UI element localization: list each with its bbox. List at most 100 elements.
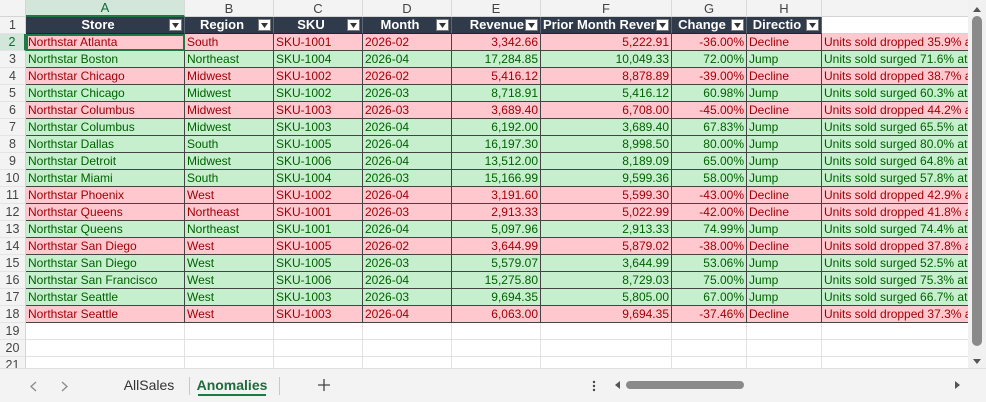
empty-cell[interactable] <box>363 357 452 368</box>
table-cell[interactable]: 5,579.07 <box>452 255 541 272</box>
empty-cell[interactable] <box>26 357 185 368</box>
empty-cell[interactable] <box>672 323 747 340</box>
table-cell[interactable]: SKU-1003 <box>274 289 363 306</box>
empty-cell[interactable] <box>363 323 452 340</box>
empty-cell[interactable] <box>363 340 452 357</box>
row-number[interactable]: 17 <box>0 289 26 306</box>
column-letter-c[interactable]: C <box>274 0 363 17</box>
row-number[interactable]: 2 <box>0 34 26 51</box>
table-cell[interactable]: Northstar Chicago <box>26 68 185 85</box>
table-cell[interactable]: Jump <box>747 136 822 153</box>
table-cell[interactable]: 2026-03 <box>363 255 452 272</box>
empty-cell[interactable] <box>274 357 363 368</box>
table-cell[interactable]: 75.00% <box>672 272 747 289</box>
table-cell[interactable]: Midwest <box>185 153 274 170</box>
table-cell[interactable]: SKU-1002 <box>274 85 363 102</box>
filter-dropdown-icon[interactable] <box>731 19 744 31</box>
table-cell[interactable]: 3,644.99 <box>452 238 541 255</box>
table-cell[interactable]: 5,222.91 <box>541 34 672 51</box>
table-cell[interactable]: Midwest <box>185 85 274 102</box>
table-cell[interactable]: 5,805.00 <box>541 289 672 306</box>
filter-dropdown-icon[interactable] <box>347 19 360 31</box>
row-number[interactable]: 5 <box>0 85 26 102</box>
row-number[interactable]: 8 <box>0 136 26 153</box>
row-number[interactable]: 9 <box>0 153 26 170</box>
table-cell[interactable]: 2026-03 <box>363 289 452 306</box>
row-number[interactable]: 15 <box>0 255 26 272</box>
table-cell[interactable]: Northstar Dallas <box>26 136 185 153</box>
table-cell[interactable]: Units sold surged 52.5% at a <box>822 255 968 272</box>
table-cell[interactable]: 2026-04 <box>363 119 452 136</box>
table-cell[interactable]: -42.00% <box>672 204 747 221</box>
row-number[interactable]: 20 <box>0 340 26 357</box>
horizontal-scrollbar[interactable] <box>612 378 964 392</box>
table-cell[interactable]: 8,998.50 <box>541 136 672 153</box>
table-cell[interactable]: -36.00% <box>672 34 747 51</box>
row-number[interactable]: 18 <box>0 306 26 323</box>
table-cell[interactable]: Jump <box>747 221 822 238</box>
table-cell[interactable]: Units sold surged 74.4% at a <box>822 221 968 238</box>
table-cell[interactable]: -38.00% <box>672 238 747 255</box>
table-cell[interactable]: Units sold surged 65.5% at a <box>822 119 968 136</box>
table-cell[interactable]: Northstar Phoenix <box>26 187 185 204</box>
empty-cell[interactable] <box>747 323 822 340</box>
table-cell[interactable]: Units sold dropped 37.3% at a <box>822 306 968 323</box>
row-number[interactable]: 4 <box>0 68 26 85</box>
table-cell[interactable]: 2026-04 <box>363 153 452 170</box>
table-cell[interactable]: Units sold surged 80.0% at a <box>822 136 968 153</box>
table-cell[interactable]: SKU-1006 <box>274 272 363 289</box>
table-cell[interactable]: Northstar Columbus <box>26 119 185 136</box>
empty-cell[interactable] <box>185 340 274 357</box>
table-cell[interactable]: 2026-03 <box>363 204 452 221</box>
table-cell[interactable]: 16,197.30 <box>452 136 541 153</box>
empty-cell[interactable] <box>452 357 541 368</box>
table-cell[interactable]: Northeast <box>185 51 274 68</box>
empty-cell[interactable] <box>822 340 968 357</box>
empty-cell[interactable] <box>185 357 274 368</box>
row-number[interactable]: 16 <box>0 272 26 289</box>
column-letter-h[interactable]: H <box>747 0 822 17</box>
horizontal-scroll-thumb[interactable] <box>626 381 744 389</box>
table-cell[interactable]: 5,879.02 <box>541 238 672 255</box>
sheet-tab-allsales[interactable]: AllSales <box>110 369 188 401</box>
table-cell[interactable]: 2026-04 <box>363 221 452 238</box>
column-letter-g[interactable]: G <box>672 0 747 17</box>
table-cell[interactable]: 17,284.85 <box>452 51 541 68</box>
table-cell[interactable]: 2,913.33 <box>541 221 672 238</box>
table-cell[interactable]: 6,708.00 <box>541 102 672 119</box>
table-cell[interactable]: -45.00% <box>672 102 747 119</box>
empty-cell[interactable] <box>822 357 968 368</box>
table-cell[interactable]: Jump <box>747 272 822 289</box>
table-cell[interactable]: Units sold dropped 42.9% at a <box>822 187 968 204</box>
scroll-right-icon[interactable] <box>952 380 962 390</box>
empty-cell[interactable] <box>185 323 274 340</box>
table-cell[interactable]: Northstar Miami <box>26 170 185 187</box>
table-cell[interactable]: Jump <box>747 255 822 272</box>
row-number[interactable]: 10 <box>0 170 26 187</box>
column-letter-e[interactable]: E <box>452 0 541 17</box>
table-cell[interactable]: SKU-1004 <box>274 170 363 187</box>
table-cell[interactable]: 5,416.12 <box>452 68 541 85</box>
table-cell[interactable]: SKU-1003 <box>274 306 363 323</box>
table-cell[interactable]: 65.00% <box>672 153 747 170</box>
table-cell[interactable]: SKU-1003 <box>274 119 363 136</box>
table-cell[interactable]: Jump <box>747 170 822 187</box>
table-cell[interactable]: SKU-1005 <box>274 238 363 255</box>
table-cell[interactable]: Jump <box>747 153 822 170</box>
empty-cell[interactable] <box>26 340 185 357</box>
table-cell[interactable]: 2026-04 <box>363 306 452 323</box>
table-cell[interactable]: 15,275.80 <box>452 272 541 289</box>
table-cell[interactable]: West <box>185 238 274 255</box>
table-cell[interactable]: 2026-03 <box>363 170 452 187</box>
table-cell[interactable]: Northeast <box>185 221 274 238</box>
header-blank-cell[interactable] <box>822 17 968 34</box>
column-letter-f[interactable]: F <box>541 0 672 17</box>
table-cell[interactable]: 67.00% <box>672 289 747 306</box>
table-cell[interactable]: South <box>185 34 274 51</box>
vertical-scrollbar[interactable] <box>968 0 986 372</box>
table-cell[interactable]: 2026-03 <box>363 85 452 102</box>
table-cell[interactable]: 8,729.03 <box>541 272 672 289</box>
empty-cell[interactable] <box>26 323 185 340</box>
column-letter-b[interactable]: B <box>185 0 274 17</box>
table-cell[interactable]: Units sold surged 71.6% at a <box>822 51 968 68</box>
